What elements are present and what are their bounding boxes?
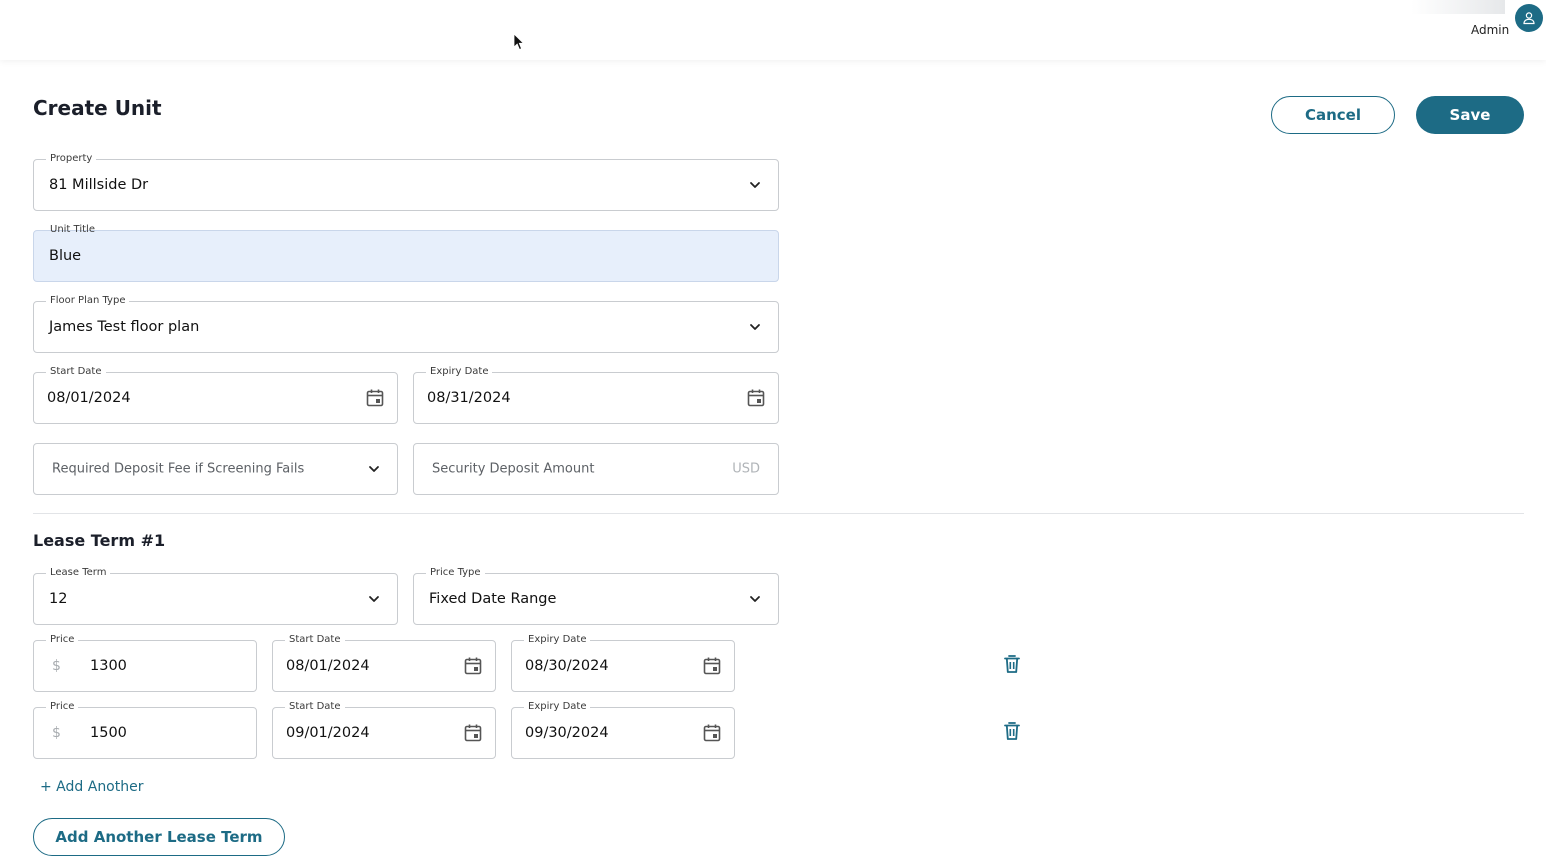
top-bar-strip — [1411, 0, 1505, 14]
property-select[interactable]: Property 81 Millside Dr — [33, 152, 779, 211]
property-value: 81 Millside Dr — [49, 177, 149, 193]
floor-plan-value: James Test floor plan — [49, 319, 200, 335]
page-title: Create Unit — [33, 96, 162, 120]
chevron-down-icon — [369, 466, 379, 472]
row-start-date-value: 09/01/2024 — [286, 725, 370, 741]
lease-term-select[interactable]: Lease Term 12 — [33, 566, 398, 625]
deposit-fee-placeholder: Required Deposit Fee if Screening Fails — [52, 461, 305, 477]
row-expiry-date-field[interactable]: Expiry Date 08/30/2024 — [511, 633, 735, 692]
price-value: 1300 — [90, 658, 127, 674]
expiry-date-value: 08/31/2024 — [427, 390, 511, 406]
price-input[interactable]: Price $ 1300 — [33, 633, 257, 692]
deposit-fee-select[interactable]: Required Deposit Fee if Screening Fails — [33, 443, 398, 495]
currency-suffix: USD — [732, 461, 760, 477]
start-date-value: 08/01/2024 — [47, 390, 131, 406]
start-date-label: Start Date — [46, 365, 106, 379]
avatar[interactable] — [1515, 4, 1543, 32]
cancel-button[interactable]: Cancel — [1271, 96, 1395, 134]
price-type-select[interactable]: Price Type Fixed Date Range — [413, 566, 779, 625]
row-expiry-date-label: Expiry Date — [524, 633, 591, 647]
lease-term-title: Lease Term #1 — [33, 531, 166, 550]
row-expiry-date-label: Expiry Date — [524, 700, 591, 714]
chevron-down-icon — [750, 596, 760, 602]
floor-plan-select[interactable]: Floor Plan Type James Test floor plan — [33, 294, 779, 353]
lease-term-label: Lease Term — [46, 566, 111, 580]
user-label[interactable]: Admin — [1471, 23, 1509, 37]
start-date-field[interactable]: Start Date 08/01/2024 — [33, 365, 398, 424]
row-expiry-date-field[interactable]: Expiry Date 09/30/2024 — [511, 700, 735, 759]
security-deposit-input[interactable]: Security Deposit Amount USD — [413, 443, 779, 495]
row-start-date-value: 08/01/2024 — [286, 658, 370, 674]
price-label: Price — [46, 700, 79, 714]
unit-title-field[interactable]: Unit Title Blue — [33, 224, 779, 282]
row-start-date-field[interactable]: Start Date 09/01/2024 — [272, 700, 496, 759]
user-icon — [1523, 12, 1535, 25]
price-value: 1500 — [90, 725, 127, 741]
calendar-icon[interactable] — [463, 723, 483, 743]
add-another-link[interactable]: + Add Another — [40, 779, 143, 795]
mouse-cursor-icon — [513, 33, 525, 51]
row-start-date-field[interactable]: Start Date 08/01/2024 — [272, 633, 496, 692]
currency-prefix: $ — [52, 658, 61, 674]
price-type-value: Fixed Date Range — [429, 591, 557, 607]
trash-icon[interactable] — [1003, 721, 1021, 741]
price-label: Price — [46, 633, 79, 647]
property-label: Property — [46, 152, 97, 166]
chevron-down-icon — [750, 324, 760, 330]
chevron-down-icon — [369, 596, 379, 602]
calendar-icon[interactable] — [746, 388, 766, 408]
calendar-icon[interactable] — [702, 723, 722, 743]
lease-term-value: 12 — [49, 591, 68, 607]
top-bar: Admin — [0, 0, 1546, 60]
unit-title-value: Blue — [49, 248, 82, 264]
row-start-date-label: Start Date — [285, 700, 345, 714]
floor-plan-label: Floor Plan Type — [46, 294, 130, 308]
calendar-icon[interactable] — [365, 388, 385, 408]
section-divider — [33, 513, 1524, 514]
currency-prefix: $ — [52, 725, 61, 741]
price-input[interactable]: Price $ 1500 — [33, 700, 257, 759]
calendar-icon[interactable] — [702, 656, 722, 676]
row-start-date-label: Start Date — [285, 633, 345, 647]
unit-title-label: Unit Title — [50, 224, 95, 235]
trash-icon[interactable] — [1003, 654, 1021, 674]
expiry-date-label: Expiry Date — [426, 365, 493, 379]
security-deposit-placeholder: Security Deposit Amount — [432, 461, 595, 477]
row-expiry-date-value: 09/30/2024 — [525, 725, 609, 741]
row-expiry-date-value: 08/30/2024 — [525, 658, 609, 674]
calendar-icon[interactable] — [463, 656, 483, 676]
chevron-down-icon — [750, 182, 760, 188]
save-button[interactable]: Save — [1416, 96, 1524, 134]
expiry-date-field[interactable]: Expiry Date 08/31/2024 — [413, 365, 779, 424]
price-type-label: Price Type — [426, 566, 485, 580]
add-lease-term-button[interactable]: Add Another Lease Term — [33, 818, 285, 856]
